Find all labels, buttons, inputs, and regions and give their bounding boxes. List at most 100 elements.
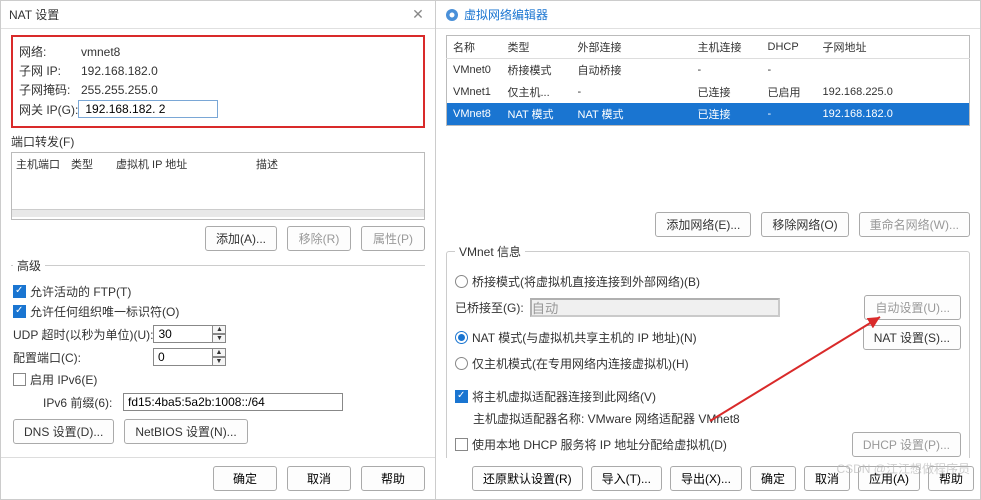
- cell-ext: NAT 模式: [572, 103, 692, 126]
- col-dhcp: DHCP: [762, 36, 817, 59]
- chevron-up-icon[interactable]: ▲: [212, 348, 226, 357]
- properties-button[interactable]: 属性(P): [361, 226, 425, 251]
- dialog-buttons: 确定 取消 帮助: [1, 457, 435, 499]
- bridge-to-select: [530, 298, 780, 317]
- close-icon[interactable]: ✕: [409, 6, 427, 23]
- connect-host-label: 将主机虚拟适配器连接到此网络(V): [472, 388, 961, 405]
- cancel-button[interactable]: 取消: [287, 466, 351, 491]
- config-port-label: 配置端口(C):: [13, 349, 153, 366]
- col-vm-addr: 虚拟机 IP 地址: [116, 156, 256, 172]
- table-row[interactable]: VMnet0桥接模式自动桥接--: [447, 59, 970, 82]
- enable-ipv6-checkbox[interactable]: [13, 373, 26, 386]
- cell-type: 仅主机...: [502, 81, 572, 103]
- col-type: 类型: [71, 156, 116, 172]
- cell-host: -: [692, 59, 762, 82]
- dialog-title: NAT 设置: [9, 6, 409, 23]
- ipv6-prefix-input[interactable]: [123, 393, 343, 411]
- ok-button[interactable]: 确定: [750, 466, 796, 491]
- allow-ftp-checkbox[interactable]: [13, 285, 26, 298]
- host-only-radio[interactable]: [455, 357, 468, 370]
- adapter-name-label: 主机虚拟适配器名称: VMware 网络适配器 VMnet8: [473, 410, 961, 427]
- chevron-down-icon[interactable]: ▼: [212, 357, 226, 366]
- use-dhcp-checkbox[interactable]: [455, 438, 468, 451]
- import-button[interactable]: 导入(T)...: [591, 466, 662, 491]
- network-label: 网络:: [19, 43, 75, 60]
- rename-network-button[interactable]: 重命名网络(W)...: [859, 212, 970, 237]
- remove-network-button[interactable]: 移除网络(O): [761, 212, 848, 237]
- cell-host: 已连接: [692, 81, 762, 103]
- vne-content: 名称 类型 外部连接 主机连接 DHCP 子网地址 VMnet0桥接模式自动桥接…: [436, 29, 980, 458]
- dns-settings-button[interactable]: DNS 设置(D)...: [13, 419, 114, 444]
- cell-subnet: 192.168.225.0: [817, 81, 970, 103]
- col-desc: 描述: [256, 156, 336, 172]
- port-forward-label: 端口转发(F): [11, 133, 425, 150]
- col-host-port: 主机端口: [16, 156, 71, 172]
- titlebar: NAT 设置 ✕: [1, 1, 435, 29]
- cell-ext: -: [572, 81, 692, 103]
- nat-mode-radio[interactable]: [455, 331, 468, 344]
- chevron-down-icon[interactable]: ▼: [212, 334, 226, 343]
- vmnet-info-legend: VMnet 信息: [455, 243, 525, 260]
- chevron-up-icon[interactable]: ▲: [212, 325, 226, 334]
- dhcp-settings-button[interactable]: DHCP 设置(P)...: [852, 432, 961, 457]
- cell-dhcp: -: [762, 59, 817, 82]
- cell-type: NAT 模式: [502, 103, 572, 126]
- cell-host: 已连接: [692, 103, 762, 126]
- port-forward-table[interactable]: 主机端口 类型 虚拟机 IP 地址 描述: [11, 152, 425, 220]
- nat-mode-label: NAT 模式(与虚拟机共享主机的 IP 地址)(N): [472, 329, 863, 346]
- udp-timeout-input[interactable]: [153, 325, 213, 343]
- col-name: 名称: [447, 36, 502, 59]
- cell-type: 桥接模式: [502, 59, 572, 82]
- highlighted-network-info: 网络:vmnet8 子网 IP:192.168.182.0 子网掩码:255.2…: [11, 35, 425, 128]
- table-row[interactable]: VMnet1仅主机...-已连接已启用192.168.225.0: [447, 81, 970, 103]
- titlebar: 虚拟网络编辑器: [436, 1, 980, 29]
- cell-dhcp: -: [762, 103, 817, 126]
- subnet-ip-value: 192.168.182.0: [81, 64, 158, 78]
- col-subnet: 子网地址: [817, 36, 970, 59]
- gateway-label: 网关 IP(G):: [19, 101, 78, 118]
- dialog-title: 虚拟网络编辑器: [464, 6, 972, 23]
- bridge-to-label: 已桥接至(G):: [455, 299, 524, 316]
- udp-timeout-label: UDP 超时(以秒为单位)(U):: [13, 326, 153, 343]
- subnet-mask-value: 255.255.255.0: [81, 83, 158, 97]
- add-button[interactable]: 添加(A)...: [205, 226, 277, 251]
- ipv6-prefix-label: IPv6 前缀(6):: [43, 394, 123, 411]
- network-value: vmnet8: [81, 45, 120, 59]
- help-button[interactable]: 帮助: [361, 466, 425, 491]
- advanced-legend: 高级: [13, 257, 45, 274]
- cell-subnet: [817, 59, 970, 82]
- watermark: CSDN @江江想做程序员: [836, 460, 970, 477]
- restore-defaults-button[interactable]: 还原默认设置(R): [472, 466, 583, 491]
- bridge-mode-label: 桥接模式(将虚拟机直接连接到外部网络)(B): [472, 273, 961, 290]
- nat-settings-button[interactable]: NAT 设置(S)...: [863, 325, 961, 350]
- bridge-mode-radio[interactable]: [455, 275, 468, 288]
- netbios-settings-button[interactable]: NetBIOS 设置(N)...: [124, 419, 247, 444]
- col-host: 主机连接: [692, 36, 762, 59]
- add-network-button[interactable]: 添加网络(E)...: [655, 212, 751, 237]
- config-port-input[interactable]: [153, 348, 213, 366]
- allow-org-label: 允许任何组织唯一标识符(O): [30, 303, 179, 320]
- subnet-mask-label: 子网掩码:: [19, 81, 75, 98]
- cell-dhcp: 已启用: [762, 81, 817, 103]
- ok-button[interactable]: 确定: [213, 466, 277, 491]
- nat-settings-dialog: NAT 设置 ✕ 网络:vmnet8 子网 IP:192.168.182.0 子…: [0, 0, 436, 500]
- allow-org-checkbox[interactable]: [13, 305, 26, 318]
- gateway-input[interactable]: [78, 100, 218, 118]
- nat-content: 网络:vmnet8 子网 IP:192.168.182.0 子网掩码:255.2…: [1, 29, 435, 457]
- export-button[interactable]: 导出(X)...: [670, 466, 742, 491]
- network-table[interactable]: 名称 类型 外部连接 主机连接 DHCP 子网地址 VMnet0桥接模式自动桥接…: [446, 35, 970, 126]
- cell-name: VMnet1: [447, 81, 502, 103]
- host-only-label: 仅主机模式(在专用网络内连接虚拟机)(H): [472, 355, 961, 372]
- remove-button[interactable]: 移除(R): [287, 226, 351, 251]
- udp-spinner[interactable]: ▲▼: [212, 325, 226, 343]
- enable-ipv6-label: 启用 IPv6(E): [30, 371, 97, 388]
- vmnet-info-fieldset: VMnet 信息 桥接模式(将虚拟机直接连接到外部网络)(B) 已桥接至(G):…: [446, 243, 970, 458]
- config-port-spinner[interactable]: ▲▼: [212, 348, 226, 366]
- scrollbar[interactable]: [12, 209, 424, 217]
- cell-name: VMnet8: [447, 103, 502, 126]
- virtual-network-editor: 虚拟网络编辑器 名称 类型 外部连接 主机连接 DHCP 子网地址 VMnet0…: [436, 0, 981, 500]
- cell-ext: 自动桥接: [572, 59, 692, 82]
- connect-host-checkbox[interactable]: [455, 390, 468, 403]
- table-row[interactable]: VMnet8NAT 模式NAT 模式已连接-192.168.182.0: [447, 103, 970, 126]
- auto-settings-button[interactable]: 自动设置(U)...: [864, 295, 961, 320]
